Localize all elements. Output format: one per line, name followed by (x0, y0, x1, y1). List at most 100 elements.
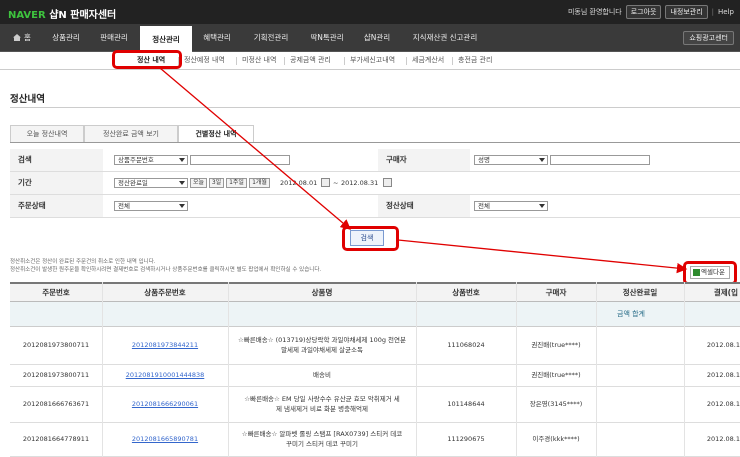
divider (236, 57, 237, 65)
help-link[interactable]: Help (718, 8, 734, 16)
notes: 정산취소건은 정산이 완료된 주문건의 취소로 인한 내역 입니다. 정산취소건… (10, 258, 321, 274)
column-divider (416, 282, 417, 457)
divider (406, 57, 407, 65)
order-status-value: 전체 (118, 202, 130, 210)
col-order-no: 주문번호 (42, 288, 70, 297)
nav-item-sales[interactable]: 판매관리 (88, 24, 140, 52)
product-name-line2: 꾸미기 스티커 데코 꾸미기 (286, 440, 358, 448)
buyer: 장은영(3145****) (529, 400, 583, 408)
nav-item-product[interactable]: 상품관리 (44, 24, 88, 52)
nav-home[interactable]: 홈 (0, 24, 44, 52)
product-order-no-link[interactable]: 2012081910001444838 (102, 371, 228, 380)
buyer-type-select[interactable]: 성명 (474, 155, 548, 165)
column-divider (228, 282, 229, 457)
nav-item-promotion[interactable]: 기획전관리 (242, 24, 300, 52)
sub-nav-unsettled[interactable]: 미정산 내역 (242, 55, 276, 65)
brand-logo[interactable]: NAVER 샵N 판매자센터 (8, 6, 116, 21)
col-buyer: 구매자 (545, 288, 567, 297)
top-bar: NAVER 샵N 판매자센터 미동님 환영합니다 로그아웃 내정보관리 | He… (0, 0, 740, 24)
sub-nav-vat[interactable]: 부가세신고내역 (350, 55, 395, 65)
column-divider (516, 282, 517, 457)
col-settle-date: 정산완료일 (622, 288, 658, 297)
product-name-line1: ☆빠른배송☆ (013719)상당락학 과일야채세제 100g 천연분 (238, 336, 406, 344)
nav-item-talk[interactable]: 딱N톡관리 (300, 24, 354, 52)
divider (344, 57, 345, 65)
separator: | (711, 8, 715, 16)
page-title: 정산내역 (10, 94, 45, 105)
table-row: 2012081664778911 2012081665890781 ☆빠른배송☆… (10, 423, 740, 457)
note-line-2: 정산취소건이 발생한 원주문을 확인하시려면 결제번호로 검색하시거나 상품주문… (10, 267, 322, 273)
note-line-1: 정산취소건은 정산이 완료된 주문건의 취소로 인한 내역 입니다. (10, 259, 156, 265)
product-name-line2: 제 냄새제거 비료 화분 병충해억제 (276, 405, 368, 413)
product-name-line2: 말세제 과일야채세제 살균소독 (281, 346, 363, 354)
col-product-name: 상품명 (311, 288, 333, 297)
settle-status-select[interactable]: 전체 (474, 201, 548, 211)
settle-status-label: 정산상태 (378, 195, 470, 217)
product-order-no-link[interactable]: 2012081973844211 (102, 341, 228, 350)
sub-nav-deduction[interactable]: 공제금액 관리 (290, 55, 331, 65)
column-divider (102, 282, 103, 457)
settle-date: 2012.08.1 (706, 371, 740, 379)
buyer: 권진배(true****) (531, 341, 581, 349)
product-order-no-link[interactable]: 2012081665890781 (102, 435, 228, 444)
buyer-type-value: 성명 (478, 156, 490, 164)
period-type-select[interactable]: 정산완료일 (114, 178, 188, 188)
divider (452, 57, 453, 65)
column-divider (596, 282, 597, 457)
main-nav: 홈 상품관리 판매관리 정산관리 혜택관리 기획전관리 딱N톡관리 샵N관리 지… (0, 24, 740, 52)
buyer-input[interactable] (550, 155, 650, 165)
calendar-icon[interactable] (321, 178, 330, 187)
period-today-button[interactable]: 오늘 (190, 178, 207, 188)
summary-row: 금액 합계 (10, 302, 740, 327)
product-name-line1: ☆빠른배송☆ 알파벳 롤링 스탬프 [RAX0739] 스티커 데코 (241, 430, 403, 438)
tab-per-item[interactable]: 건별정산 내역 (178, 125, 254, 143)
utility-menu: 미동님 환영합니다 로그아웃 내정보관리 | Help (568, 4, 734, 20)
nav-item-ip-report[interactable]: 지식재산권 신고관리 (400, 24, 490, 52)
order-status-select[interactable]: 전체 (114, 201, 188, 211)
period-1week-button[interactable]: 1주일 (226, 178, 247, 188)
sub-nav-scheduled[interactable]: 정산예정 내역 (184, 55, 225, 65)
search-label: 검색 (10, 149, 103, 171)
period-label: 기간 (10, 172, 103, 194)
brand-title: 샵N 판매자센터 (49, 10, 117, 21)
col-product-no: 상품번호 (452, 288, 480, 297)
product-name-line1: 배송비 (313, 371, 331, 379)
date-from-input[interactable]: 2012.08.01 (280, 178, 317, 188)
my-info-button[interactable]: 내정보관리 (665, 5, 708, 19)
search-type-select[interactable]: 상품주문번호 (114, 155, 188, 165)
tab-today[interactable]: 오늘 정산내역 (10, 125, 84, 142)
date-separator: ~ (333, 179, 339, 187)
period-1month-button[interactable]: 1개월 (249, 178, 270, 188)
table-header: 주문번호 상품주문번호 상품명 상품번호 구매자 정산완료일 결제(입 (10, 282, 740, 302)
col-payment: 결제(입 (713, 288, 738, 297)
period-3day-button[interactable]: 3일 (209, 178, 224, 188)
calendar-icon[interactable] (383, 178, 392, 187)
summary-label: 금액 합계 (617, 310, 645, 318)
shopping-ad-center-button[interactable]: 쇼핑광고센터 (683, 31, 734, 45)
product-order-no-link[interactable]: 2012081666290061 (102, 400, 228, 409)
screenshot-root: NAVER 샵N 판매자센터 미동님 환영합니다 로그아웃 내정보관리 | He… (0, 0, 740, 457)
chevron-down-icon (539, 158, 545, 162)
nav-item-settlement[interactable]: 정산관리 (140, 24, 192, 52)
date-to-input[interactable]: 2012.08.31 (341, 178, 378, 188)
chevron-down-icon (179, 181, 185, 185)
table-row: 2012081666763671 2012081666290061 ☆빠른배송☆… (10, 387, 740, 423)
order-status-label: 주문상태 (10, 195, 103, 217)
highlight-box-search (342, 226, 399, 251)
nav-item-benefit[interactable]: 혜택관리 (192, 24, 242, 52)
title-divider (10, 107, 740, 108)
logout-button[interactable]: 로그아웃 (625, 5, 662, 19)
nav-item-shop[interactable]: 샵N관리 (354, 24, 400, 52)
chevron-down-icon (179, 204, 185, 208)
divider (284, 57, 285, 65)
home-icon (13, 34, 22, 41)
table-row: 2012081973800711 2012081910001444838 배송비… (10, 365, 740, 387)
tab-completed-amount[interactable]: 정산완료 금액 보기 (84, 125, 178, 142)
product-no: 111068024 (447, 341, 485, 349)
sub-nav-tax-invoice[interactable]: 세금계산서 (412, 55, 444, 65)
order-no: 2012081666763671 (22, 400, 90, 408)
product-no: 111290675 (447, 435, 485, 443)
search-input[interactable] (190, 155, 290, 165)
sub-nav-charge[interactable]: 충전금 관리 (458, 55, 492, 65)
welcome-text: 미동님 환영합니다 (567, 8, 622, 16)
